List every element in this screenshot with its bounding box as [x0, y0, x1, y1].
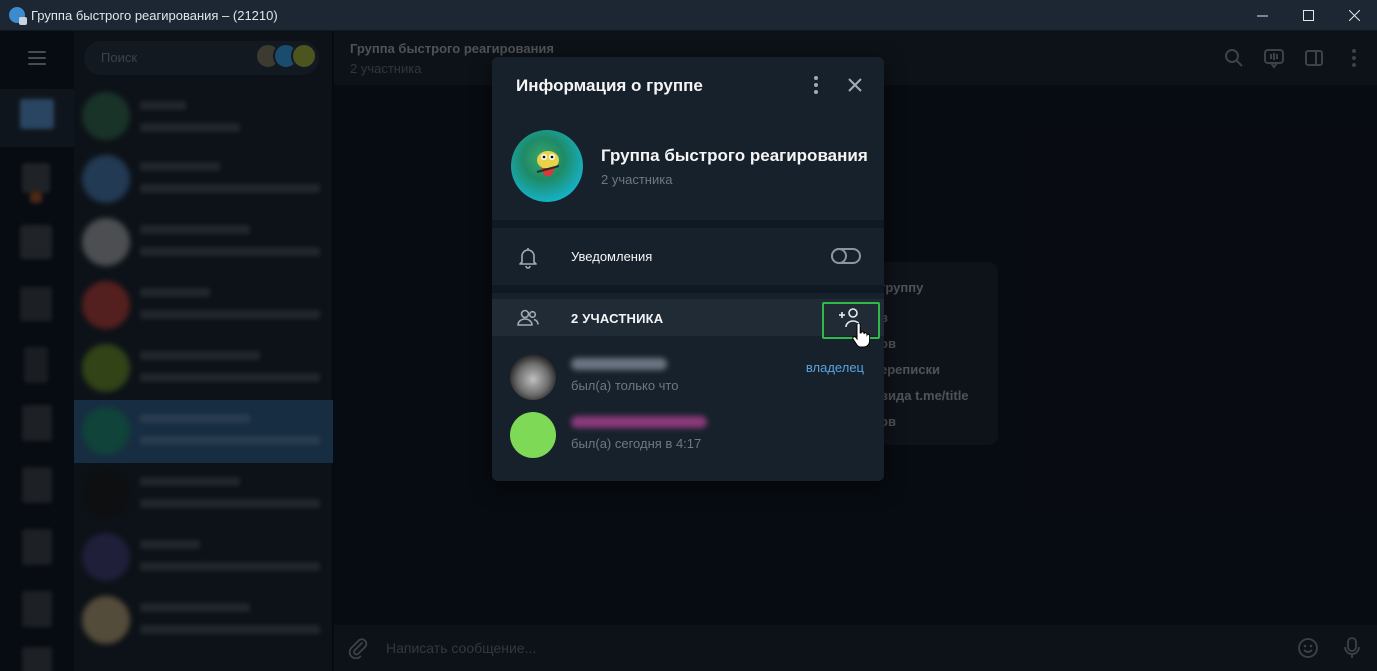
divider	[492, 285, 884, 293]
close-icon[interactable]	[844, 74, 866, 96]
maximize-button[interactable]	[1285, 0, 1331, 31]
hand-cursor-icon	[852, 322, 871, 349]
minimize-button[interactable]	[1239, 0, 1285, 31]
dialog-title: Информация о группе	[516, 76, 703, 95]
bell-icon	[516, 245, 540, 269]
app-icon	[9, 7, 27, 25]
member-status: был(а) сегодня в 4:17	[571, 436, 702, 451]
member-name-blurred	[571, 358, 667, 370]
group-avatar[interactable]	[511, 130, 583, 202]
more-icon[interactable]	[805, 74, 827, 96]
members-count-label: 2 УЧАСТНИКА	[571, 311, 664, 326]
member-row[interactable]: был(а) только что владелец	[492, 354, 884, 410]
members-icon	[516, 306, 540, 330]
notifications-label: Уведомления	[571, 249, 653, 264]
window-title: Группа быстрого реагирования – (21210)	[31, 7, 278, 23]
window-titlebar: Группа быстрого реагирования – (21210)	[0, 0, 1377, 31]
group-name: Группа быстрого реагирования	[601, 146, 868, 165]
member-row[interactable]: был(а) сегодня в 4:17	[492, 412, 884, 468]
member-status: был(а) только что	[571, 378, 679, 393]
avatar	[510, 412, 556, 458]
member-name-blurred	[571, 416, 707, 428]
notifications-toggle[interactable]	[831, 248, 861, 264]
add-member-button[interactable]	[822, 302, 880, 339]
group-info-dialog: Информация о группе Группа быстрого реаг…	[492, 57, 884, 481]
members-header: 2 УЧАСТНИКА	[492, 299, 884, 339]
owner-badge: владелец	[805, 360, 864, 375]
divider	[492, 220, 884, 228]
avatar	[510, 354, 556, 400]
close-window-button[interactable]	[1331, 0, 1377, 31]
group-member-count: 2 участника	[601, 172, 673, 187]
